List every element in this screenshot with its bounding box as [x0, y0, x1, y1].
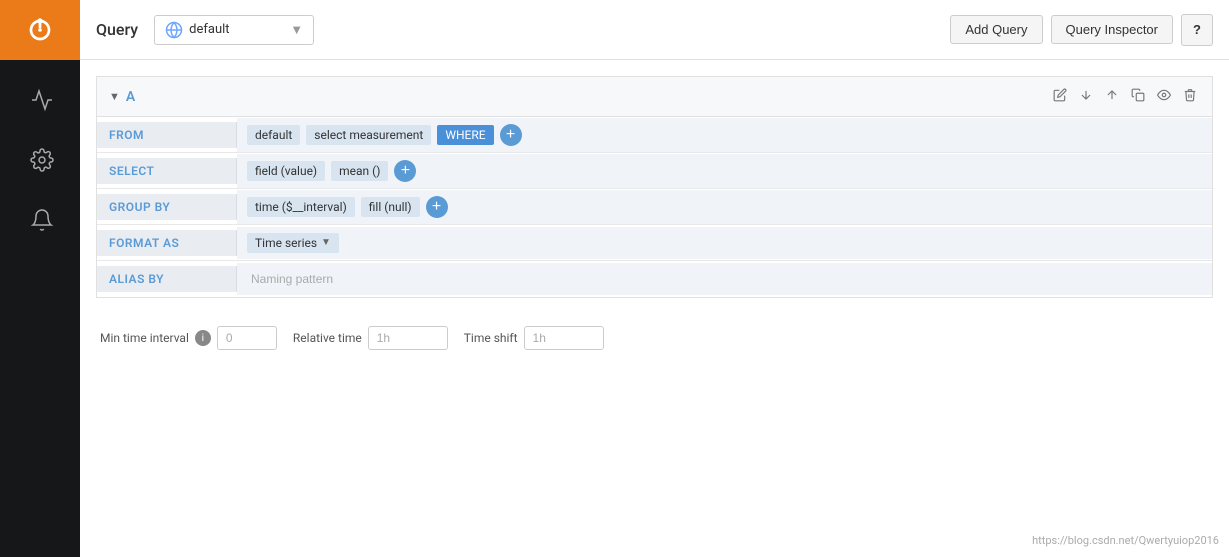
datasource-select[interactable]: default ▼ — [154, 15, 314, 45]
query-block-header: ▼ A — [97, 77, 1212, 117]
from-measurement-tag[interactable]: select measurement — [306, 125, 431, 145]
datasource-icon — [165, 21, 183, 39]
page-title: Query — [96, 20, 138, 39]
header-actions: Add Query Query Inspector ? — [950, 14, 1213, 46]
relative-time-group: Relative time — [293, 326, 448, 350]
copy-icon — [1131, 88, 1145, 102]
move-up-button[interactable] — [1102, 85, 1122, 108]
copy-query-button[interactable] — [1128, 85, 1148, 108]
toggle-visibility-button[interactable] — [1154, 85, 1174, 108]
mean-tag[interactable]: mean () — [331, 161, 388, 181]
field-value-tag[interactable]: field (value) — [247, 161, 325, 181]
header: Query default ▼ Add Query Query Inspecto… — [80, 0, 1229, 60]
alias-by-row: ALIAS BY — [97, 261, 1212, 297]
add-group-by-button[interactable]: + — [426, 196, 448, 218]
add-select-button[interactable]: + — [394, 160, 416, 182]
alias-by-input[interactable] — [247, 269, 1202, 289]
query-inspector-button[interactable]: Query Inspector — [1051, 15, 1174, 44]
where-tag[interactable]: WHERE — [437, 125, 493, 145]
group-by-content: time ($__interval) fill (null) + — [237, 190, 1212, 224]
query-letter: A — [126, 89, 135, 105]
group-by-label: GROUP BY — [97, 194, 237, 220]
collapse-arrow[interactable]: ▼ — [109, 90, 120, 103]
min-time-interval-info[interactable]: i — [195, 330, 211, 346]
alias-by-content — [237, 263, 1212, 295]
datasource-name: default — [189, 22, 282, 37]
relative-time-label: Relative time — [293, 331, 362, 345]
time-interval-tag[interactable]: time ($__interval) — [247, 197, 355, 217]
relative-time-input[interactable] — [368, 326, 448, 350]
chart-icon — [30, 88, 54, 112]
add-where-button[interactable]: + — [500, 124, 522, 146]
alert-icon — [30, 208, 54, 232]
sidebar-item-chart[interactable] — [0, 70, 80, 130]
query-actions — [1050, 85, 1200, 108]
fill-null-tag[interactable]: fill (null) — [361, 197, 420, 217]
bottom-options: Min time interval i Relative time Time s… — [96, 314, 1213, 362]
group-by-row: GROUP BY time ($__interval) fill (null) … — [97, 189, 1212, 225]
query-content: ▼ A — [80, 60, 1229, 557]
main-content: Query default ▼ Add Query Query Inspecto… — [80, 0, 1229, 557]
edit-query-button[interactable] — [1050, 85, 1070, 108]
from-default-tag[interactable]: default — [247, 125, 300, 145]
format-as-arrow: ▼ — [321, 237, 331, 248]
datasource-dropdown-arrow: ▼ — [290, 22, 303, 38]
sidebar-item-alerts[interactable] — [0, 190, 80, 250]
arrow-up-icon — [1105, 88, 1119, 102]
watermark: https://blog.csdn.net/Qwertyuiop2016 — [1032, 534, 1219, 547]
sidebar-logo[interactable] — [0, 0, 80, 60]
select-label: SELECT — [97, 158, 237, 184]
settings-icon — [30, 148, 54, 172]
move-down-button[interactable] — [1076, 85, 1096, 108]
sidebar-item-settings[interactable] — [0, 130, 80, 190]
arrow-down-icon — [1079, 88, 1093, 102]
sidebar — [0, 0, 80, 557]
select-content: field (value) mean () + — [237, 154, 1212, 188]
format-as-row: FORMAT AS Time series ▼ — [97, 225, 1212, 261]
min-time-interval-group: Min time interval i — [100, 326, 277, 350]
help-button[interactable]: ? — [1181, 14, 1213, 46]
min-time-interval-label: Min time interval — [100, 331, 189, 345]
format-as-value: Time series — [255, 236, 317, 250]
eye-icon — [1157, 88, 1171, 102]
min-time-interval-input[interactable] — [217, 326, 277, 350]
edit-icon — [1053, 88, 1067, 102]
from-label: FROM — [97, 122, 237, 148]
format-as-content: Time series ▼ — [237, 227, 1212, 259]
grafana-logo-icon — [22, 12, 58, 48]
add-query-button[interactable]: Add Query — [950, 15, 1042, 44]
from-content: default select measurement WHERE + — [237, 118, 1212, 152]
alias-by-label: ALIAS BY — [97, 266, 237, 292]
from-row: FROM default select measurement WHERE + — [97, 117, 1212, 153]
format-as-select[interactable]: Time series ▼ — [247, 233, 339, 253]
time-shift-group: Time shift — [464, 326, 604, 350]
delete-query-button[interactable] — [1180, 85, 1200, 108]
format-as-label: FORMAT AS — [97, 230, 237, 256]
select-row: SELECT field (value) mean () + — [97, 153, 1212, 189]
time-shift-label: Time shift — [464, 331, 518, 345]
time-shift-input[interactable] — [524, 326, 604, 350]
trash-icon — [1183, 88, 1197, 102]
query-block-a: ▼ A — [96, 76, 1213, 298]
